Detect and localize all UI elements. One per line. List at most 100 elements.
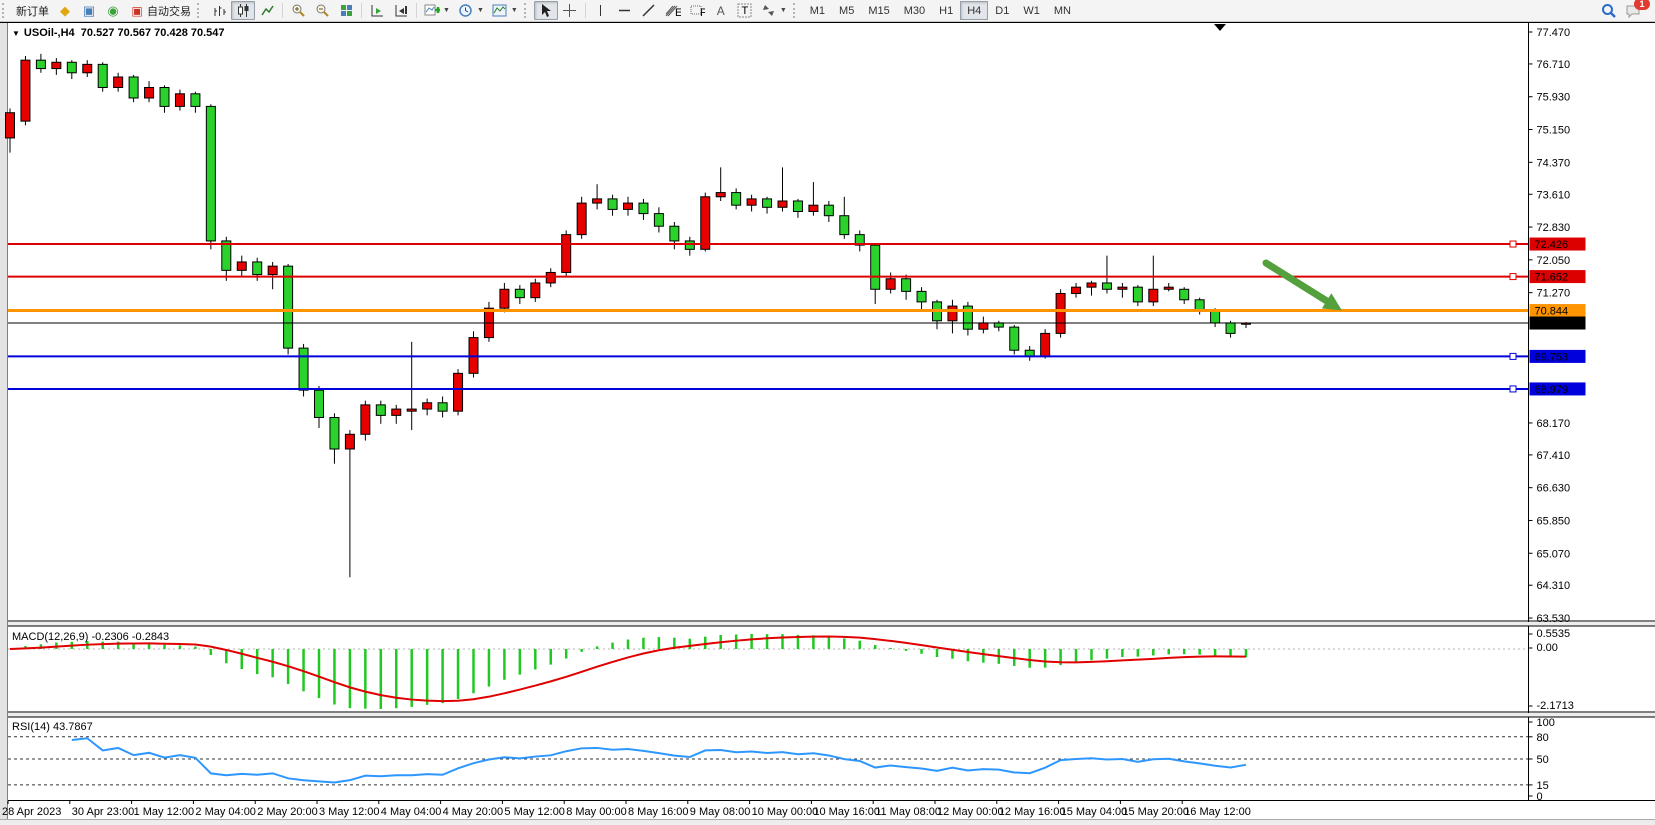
time-axis-label: 4 May 20:00 [443,806,504,818]
toolbar-grip[interactable] [197,3,203,18]
bar-chart-button[interactable] [207,1,231,20]
price-axis-tick-label: 74.370 [1537,157,1571,169]
price-axis-tick-label: 75.930 [1537,92,1571,104]
toolbar-grip[interactable] [2,3,8,18]
time-axis-label: 1 May 12:00 [134,806,195,818]
templates-button[interactable]: ▼ [488,1,522,20]
rsi-level-label: 50 [1537,754,1549,766]
horizontal-line-button[interactable] [613,1,637,20]
time-axis-label: 16 May 12:00 [1184,806,1251,818]
bar-chart-icon [211,3,227,19]
chart-shift-icon [393,3,409,19]
metaeditor-button[interactable]: ◆ [53,1,77,20]
line-handle[interactable] [1510,386,1516,392]
line-chart-button[interactable] [255,1,279,20]
signal-icon: ◉ [105,3,121,19]
chart-frame [0,21,1655,825]
time-axis-label: 2 May 04:00 [195,806,256,818]
timeframe-w1[interactable]: W1 [1016,1,1047,20]
text-icon: A [713,3,729,19]
timeframe-mn[interactable]: MN [1047,1,1078,20]
timeframe-h4[interactable]: H4 [960,1,988,20]
svg-text:F: F [700,7,705,18]
trendline-button[interactable] [637,1,661,20]
line-handle[interactable] [1510,274,1516,280]
price-axis-tick-label: 65.850 [1537,515,1571,527]
time-axis-label: 4 May 04:00 [381,806,442,818]
time-axis-label: 10 May 16:00 [813,806,880,818]
time-axis-label: 12 May 00:00 [937,806,1004,818]
rsi-level-label: 0 [1537,791,1543,803]
search-button[interactable] [1597,1,1621,20]
autotrading-robot-icon: ▣ [129,3,145,19]
price-axis-tick-label: 65.070 [1537,548,1571,560]
new-order-button[interactable]: 新订单 [12,1,53,20]
horizontal-line-icon [617,3,633,19]
cursor-icon [538,3,554,19]
text-button[interactable]: A [709,1,733,20]
auto-scroll-button[interactable] [365,1,389,20]
rsi-level-label: 80 [1537,732,1549,744]
signals-button[interactable]: ◉ [101,1,125,20]
text-label-button[interactable]: T [733,1,757,20]
auto-trading-button[interactable]: ▣ 自动交易 [125,1,195,20]
chevron-down-icon: ▼ [780,7,787,14]
zoom-in-button[interactable] [286,1,310,20]
collapse-toggle-icon[interactable]: ▼ [12,29,20,38]
time-axis-label: 3 May 12:00 [319,806,380,818]
chat-button[interactable]: 1 [1621,1,1645,20]
time-axis-label: 8 May 00:00 [566,806,627,818]
tile-windows-button[interactable] [334,1,358,20]
search-icon [1601,3,1617,19]
timeframe-m1[interactable]: M1 [803,1,832,20]
arrows-button[interactable]: ▼ [757,1,791,20]
timeframe-h1[interactable]: H1 [932,1,960,20]
trendline-icon [641,3,657,19]
chevron-down-icon: ▼ [511,7,518,14]
time-axis-label: 30 Apr 23:00 [72,806,134,818]
price-axis-tick-label: 73.610 [1537,189,1571,201]
time-axis-label: 15 May 20:00 [1122,806,1189,818]
candlestick-chart-button[interactable] [231,1,255,20]
rsi-indicator-label: RSI(14) 43.7867 [12,721,93,733]
monitor-icon: ▣ [81,3,97,19]
crosshair-icon [562,3,578,19]
chart-canvas[interactable]: 72.42671.65270.84470.54769.75368.97977.4… [0,0,1655,825]
auto-scroll-icon [369,3,385,19]
time-axis-label: 9 May 08:00 [690,806,751,818]
fibonacci-button[interactable]: E [661,1,685,20]
line-handle[interactable] [1510,241,1516,247]
vertical-line-button[interactable] [589,1,613,20]
price-tag-label: 70.844 [1535,306,1569,318]
timeframe-m15[interactable]: M15 [861,1,896,20]
price-axis-tick-label: 67.410 [1537,450,1571,462]
cursor-button[interactable] [534,1,558,20]
templates-icon [492,3,508,19]
price-axis-tick-label: 64.310 [1537,580,1571,592]
price-tag-label: 69.753 [1535,351,1569,363]
time-axis-label: 28 Apr 2023 [2,806,61,818]
price-tag-label: 71.652 [1535,272,1569,284]
toolbar-grip[interactable] [793,3,799,18]
timeframe-m5[interactable]: M5 [832,1,861,20]
market-watch-button[interactable]: ▣ [77,1,101,20]
price-tag-label: 72.426 [1535,239,1569,251]
price-tag-label: 70.547 [1535,318,1569,330]
price-axis-tick-label: 77.470 [1537,27,1571,39]
zoom-in-icon [290,3,306,19]
channel-button[interactable]: F [685,1,709,20]
indicators-button[interactable]: ▼ [420,1,454,20]
crosshair-button[interactable] [558,1,582,20]
timeframe-m30[interactable]: M30 [897,1,932,20]
toolbar-grip[interactable] [524,3,530,18]
macd-scale-label: 0.5535 [1537,628,1571,640]
zoom-out-button[interactable] [310,1,334,20]
chart-shift-button[interactable] [389,1,413,20]
price-axis-tick-label: 76.710 [1537,59,1571,71]
timeframe-d1[interactable]: D1 [988,1,1016,20]
periods-button[interactable]: ▼ [454,1,488,20]
macd-scale-label: 0.00 [1537,642,1558,654]
vertical-line-icon [593,3,609,19]
line-handle[interactable] [1510,353,1516,359]
indicators-icon [424,3,440,19]
